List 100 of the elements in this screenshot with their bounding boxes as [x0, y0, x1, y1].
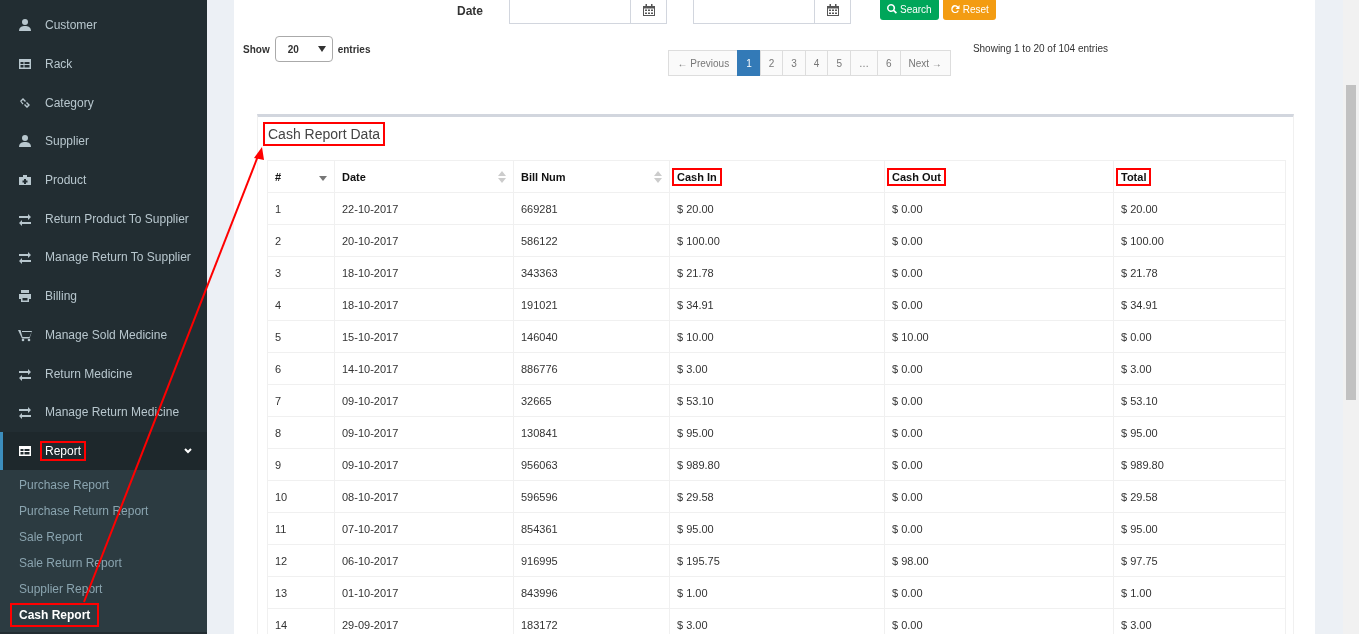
table-cell: 09-10-2017 — [334, 384, 514, 417]
column-header[interactable]: Total — [1113, 160, 1286, 193]
table-cell: 01-10-2017 — [334, 576, 514, 609]
table-cell: 08-10-2017 — [334, 480, 514, 513]
card-title: Cash Report Data — [263, 122, 386, 146]
table-cell: $ 10.00 — [884, 320, 1114, 353]
page-button[interactable]: Next → — [899, 50, 951, 76]
table-cell: $ 95.00 — [1113, 512, 1286, 545]
sidebar-item[interactable]: Billing — [0, 276, 207, 316]
submenu-item[interactable]: Sale Report — [0, 523, 207, 550]
sidebar-item[interactable]: Product — [0, 160, 207, 200]
calendar-button[interactable] — [815, 0, 851, 24]
search-icon — [887, 4, 897, 14]
table-cell: $ 0.00 — [884, 416, 1114, 449]
table-cell: 4 — [267, 288, 335, 321]
sidebar-item[interactable]: Customer — [0, 6, 207, 45]
table-cell: 20-10-2017 — [334, 224, 514, 257]
table-cell: 343363 — [513, 256, 670, 289]
table-cell: $ 0.00 — [884, 256, 1114, 289]
table-cell: $ 20.00 — [669, 192, 885, 225]
page-button[interactable]: 5 — [827, 50, 851, 76]
calendar-icon — [826, 4, 839, 16]
table-cell: 8 — [267, 416, 335, 449]
table-cell: $ 0.00 — [884, 352, 1114, 385]
column-header[interactable]: Cash Out — [884, 160, 1114, 193]
calendar-button[interactable] — [631, 0, 667, 24]
table-cell: $ 0.00 — [884, 224, 1114, 257]
table-cell: $ 97.75 — [1113, 544, 1286, 577]
column-header[interactable]: Cash In — [669, 160, 885, 193]
grid-icon — [18, 57, 32, 72]
table-cell: 15-10-2017 — [334, 320, 514, 353]
chevron-icon — [183, 445, 193, 456]
table-cell: 2 — [267, 224, 335, 257]
sort-icon[interactable] — [654, 169, 662, 184]
link-icon — [18, 95, 32, 110]
submenu-item[interactable]: Purchase Report — [0, 471, 207, 498]
table-cell: 191021 — [513, 288, 670, 321]
sidebar-item[interactable]: Return Product To Supplier — [0, 199, 207, 239]
sidebar-item[interactable]: Rack — [0, 44, 207, 84]
table-cell: $ 95.00 — [669, 512, 885, 545]
column-header[interactable]: Date — [334, 160, 514, 193]
column-header[interactable]: # — [267, 160, 335, 193]
date-input[interactable] — [509, 0, 631, 24]
page-button[interactable]: 2 — [759, 50, 784, 76]
table-cell: $ 29.58 — [1113, 480, 1286, 513]
dropdown-icon — [317, 46, 326, 52]
table-cell: 18-10-2017 — [334, 256, 514, 289]
grid-icon — [18, 443, 32, 458]
table-cell: $ 0.00 — [884, 448, 1114, 481]
page-button[interactable]: 4 — [804, 50, 829, 76]
exchange-icon — [18, 250, 32, 265]
date-input[interactable] — [693, 0, 815, 24]
table-cell: 32665 — [513, 384, 670, 417]
table-cell: 9 — [267, 448, 335, 481]
table-cell: 886776 — [513, 352, 670, 385]
user-icon — [18, 134, 32, 149]
table-cell: $ 21.78 — [669, 256, 885, 289]
sidebar-item[interactable]: Report — [0, 431, 207, 470]
sort-icon[interactable] — [498, 169, 506, 184]
table-cell: $ 0.00 — [1113, 320, 1286, 353]
table-cell: $ 1.00 — [1113, 576, 1286, 609]
table-cell: $ 195.75 — [669, 544, 885, 577]
table-cell: $ 989.80 — [1113, 448, 1286, 481]
table-cell: 916995 — [513, 544, 670, 577]
sidebar-item[interactable]: Category — [0, 83, 207, 123]
table-cell: 22-10-2017 — [334, 192, 514, 225]
table-cell: 13 — [267, 576, 335, 609]
page-button[interactable]: 1 — [737, 50, 761, 76]
table-cell: $ 3.00 — [1113, 352, 1286, 385]
table-cell: 14 — [267, 608, 335, 634]
scrollbar[interactable] — [1343, 0, 1359, 634]
page-button[interactable]: 3 — [782, 50, 806, 76]
table-cell: $ 0.00 — [884, 192, 1114, 225]
table-cell: $ 53.10 — [669, 384, 885, 417]
sidebar-item[interactable]: Manage Sold Medicine — [0, 315, 207, 355]
table-cell: $ 53.10 — [1113, 384, 1286, 417]
table-cell: 1 — [267, 192, 335, 225]
table-cell: 7 — [267, 384, 335, 417]
table-cell: 09-10-2017 — [334, 448, 514, 481]
page-button[interactable]: 6 — [876, 50, 901, 76]
sidebar-item[interactable]: Supplier — [0, 122, 207, 161]
page-button[interactable]: ← Previous — [668, 50, 739, 76]
table-cell: 09-10-2017 — [334, 416, 514, 449]
table-cell: 12 — [267, 544, 335, 577]
cart-icon — [18, 327, 32, 342]
table-cell: $ 29.58 — [669, 480, 885, 513]
table-cell: 07-10-2017 — [334, 512, 514, 545]
date-label: Date — [457, 3, 484, 18]
table-cell: $ 10.00 — [669, 320, 885, 353]
print-icon — [18, 289, 32, 304]
sidebar-item[interactable]: Return Medicine — [0, 354, 207, 393]
page-button[interactable]: … — [849, 50, 878, 76]
submenu-item[interactable]: Cash Report — [0, 601, 207, 628]
table-cell: $ 1.00 — [669, 576, 885, 609]
exchange-icon — [18, 211, 32, 226]
table-cell: 843996 — [513, 576, 670, 609]
entries-select[interactable]: 20 — [274, 36, 333, 62]
column-header[interactable]: Bill Num — [513, 160, 670, 193]
sidebar-item[interactable]: Manage Return To Supplier — [0, 238, 207, 277]
table-cell: $ 989.80 — [669, 448, 885, 481]
